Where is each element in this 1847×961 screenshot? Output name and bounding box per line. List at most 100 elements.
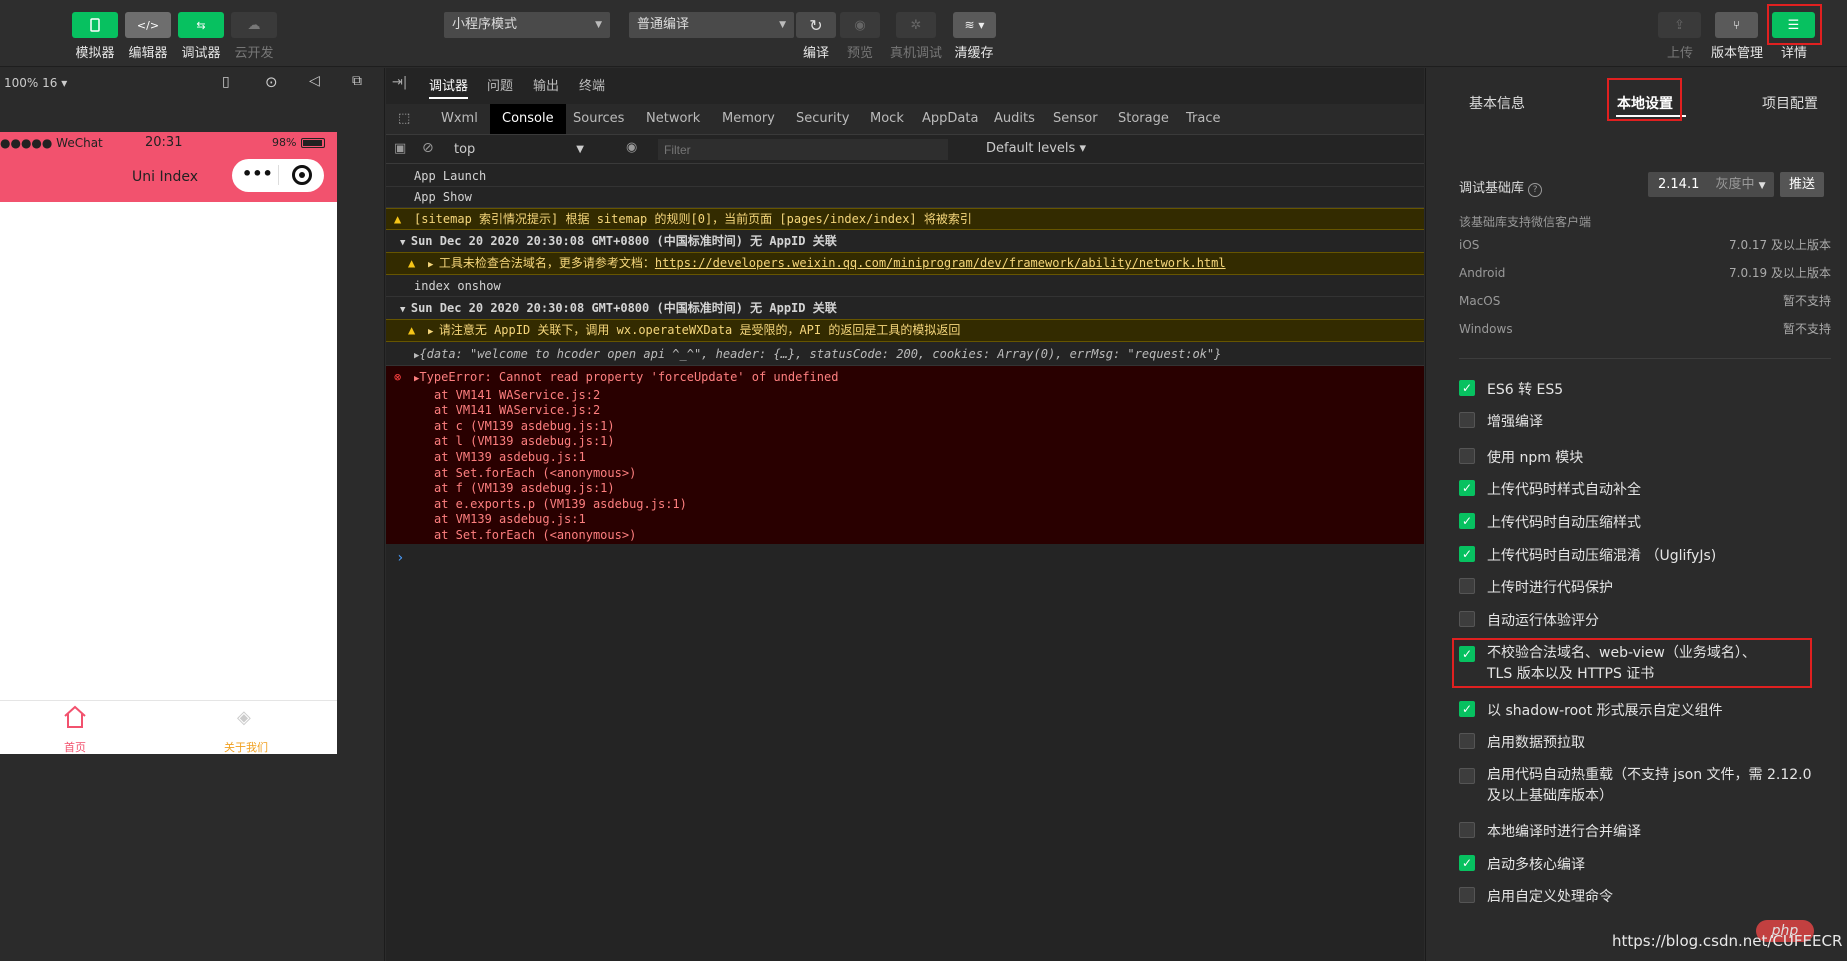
phone-rotate-icon[interactable]: ▯	[222, 74, 230, 90]
checkbox-checked[interactable]: ✓	[1459, 855, 1475, 871]
checkbox-checked[interactable]: ✓	[1459, 380, 1475, 396]
cloud-dev-button[interactable]: ☁	[231, 12, 277, 38]
option-shadow-root[interactable]: ✓ 以 shadow-root 形式展示自定义组件	[1459, 700, 1723, 720]
checkbox-unchecked[interactable]	[1459, 768, 1475, 784]
close-target-icon[interactable]	[292, 165, 312, 185]
option-auto-audit[interactable]: 自动运行体验评分	[1459, 610, 1599, 630]
checkbox-checked[interactable]: ✓	[1459, 701, 1475, 717]
tab-audits[interactable]: Audits	[982, 104, 1047, 134]
more-icon[interactable]: •••	[242, 164, 273, 183]
warning-line: ▲ [sitemap 索引情况提示] 根据 sitemap 的规则[0]，当前页…	[386, 208, 1424, 230]
tab-home[interactable]	[60, 705, 90, 733]
popout-icon[interactable]: ⧉	[352, 73, 362, 89]
context-select[interactable]: top ▼	[450, 138, 590, 162]
push-button[interactable]: 推送	[1780, 172, 1824, 197]
simulator-label: 模拟器	[75, 46, 115, 61]
clear-console-icon[interactable]: ⊘	[422, 140, 434, 156]
option-merge-compile[interactable]: 本地编译时进行合并编译	[1459, 821, 1641, 841]
option-data-prefetch[interactable]: 启用数据预拉取	[1459, 732, 1585, 752]
lib-version-select[interactable]: 2.14.1 灰度中 ▼	[1648, 172, 1774, 197]
sidebar-toggle-icon[interactable]: ▣	[394, 141, 406, 156]
tab-output[interactable]: 输出	[533, 75, 559, 94]
checkbox-checked[interactable]: ✓	[1459, 546, 1475, 562]
warning-line: ▲ ▶ 请注意无 AppID 关联下，调用 wx.operateWXData 是…	[386, 319, 1424, 342]
editor-button[interactable]: </>	[125, 12, 171, 38]
option-uglify[interactable]: ✓ 上传代码时自动压缩混淆 （UglifyJs)	[1459, 545, 1716, 565]
log-group-header[interactable]: ▼ Sun Dec 20 2020 20:30:08 GMT+0800 (中国标…	[386, 230, 1424, 252]
option-style-autoprefix[interactable]: ✓ 上传代码时样式自动补全	[1459, 479, 1641, 499]
console-prompt[interactable]: ›	[386, 548, 1424, 568]
docs-link[interactable]: https://developers.weixin.qq.com/minipro…	[655, 256, 1226, 270]
tab-console[interactable]: Console	[490, 104, 566, 134]
real-device-debug-button[interactable]: ✲	[896, 12, 936, 38]
tab-basic-info[interactable]: 基本信息	[1469, 93, 1525, 113]
capsule-button[interactable]: •••	[232, 159, 324, 192]
checkbox-unchecked[interactable]	[1459, 733, 1475, 749]
dock-icon[interactable]: ⇥|	[392, 75, 407, 90]
levels-select[interactable]: Default levels ▾	[986, 141, 1086, 156]
simulator-panel: 100% 16 ▾ ▯ ⊙ ◁ ⧉ ●●●●● WeChat 20:31 98%…	[0, 68, 385, 961]
error-title[interactable]: ▶TypeError: Cannot read property 'forceU…	[414, 370, 1424, 388]
stack-line[interactable]: at VM141 WAService.js:2	[414, 403, 1424, 419]
tab-sensor[interactable]: Sensor	[1041, 104, 1110, 134]
checkbox-unchecked[interactable]	[1459, 611, 1475, 627]
compile-button[interactable]: ↻	[796, 12, 836, 38]
option-multicore-compile[interactable]: ✓ 启动多核心编译	[1459, 854, 1585, 874]
checkbox-checked[interactable]: ✓	[1459, 480, 1475, 496]
eye-icon[interactable]: ◉	[626, 140, 637, 155]
preview-button[interactable]: ◉	[840, 12, 880, 38]
log-group-header[interactable]: ▼ Sun Dec 20 2020 20:30:08 GMT+0800 (中国标…	[386, 297, 1424, 319]
tab-network[interactable]: Network	[634, 104, 712, 134]
tab-project-config[interactable]: 项目配置	[1762, 93, 1818, 113]
option-npm[interactable]: 使用 npm 模块	[1459, 447, 1583, 467]
option-minify-style[interactable]: ✓ 上传代码时自动压缩样式	[1459, 512, 1641, 532]
stack-line[interactable]: at f (VM139 asdebug.js:1)	[414, 481, 1424, 497]
tab-sources[interactable]: Sources	[561, 104, 636, 134]
zoom-select[interactable]: 100% 16 ▾	[4, 76, 67, 90]
clear-cache-button[interactable]: ≋ ▾	[953, 12, 996, 38]
support-row: Android 7.0.19 及以上版本	[1459, 266, 1831, 280]
stack-line[interactable]: at Set.forEach (<anonymous>)	[414, 528, 1424, 544]
option-custom-command[interactable]: 启用自定义处理命令	[1459, 886, 1613, 906]
tab-appdata[interactable]: AppData	[910, 104, 990, 134]
tab-wxml[interactable]: Wxml	[429, 104, 490, 134]
tab-security[interactable]: Security	[784, 104, 861, 134]
stack-line[interactable]: at Set.forEach (<anonymous>)	[414, 466, 1424, 482]
option-es6[interactable]: ✓ ES6 转 ES5	[1459, 379, 1563, 399]
tab-memory[interactable]: Memory	[710, 104, 787, 134]
stack-line[interactable]: at VM141 WAService.js:2	[414, 388, 1424, 404]
volume-icon[interactable]: ◁	[309, 73, 320, 89]
option-hot-reload[interactable]: 启用代码自动热重载（不支持 json 文件，需 2.12.0 及以上基础库版本）	[1459, 765, 1814, 807]
simulator-button[interactable]	[72, 12, 118, 38]
help-icon[interactable]: ?	[1528, 183, 1543, 197]
stack-line[interactable]: at c (VM139 asdebug.js:1)	[414, 419, 1424, 435]
tab-about-label[interactable]: 关于我们	[224, 739, 268, 755]
checkbox-unchecked[interactable]	[1459, 578, 1475, 594]
mode-select[interactable]: 小程序模式 ▼	[444, 12, 610, 38]
stack-line[interactable]: at e.exports.p (VM139 asdebug.js:1)	[414, 497, 1424, 513]
tab-problems[interactable]: 问题	[487, 75, 513, 94]
version-manage-button[interactable]: ⑂	[1715, 12, 1758, 38]
option-code-protect[interactable]: 上传时进行代码保护	[1459, 577, 1613, 597]
checkbox-checked[interactable]: ✓	[1459, 513, 1475, 529]
tab-debugger[interactable]: 调试器	[429, 75, 469, 99]
inspect-icon[interactable]: ⬚	[386, 104, 422, 134]
stop-icon[interactable]: ⊙	[265, 73, 278, 91]
upload-button[interactable]: ⇪	[1658, 12, 1701, 38]
stack-line[interactable]: at l (VM139 asdebug.js:1)	[414, 434, 1424, 450]
tab-terminal[interactable]: 终端	[579, 75, 605, 94]
stack-line[interactable]: at VM139 asdebug.js:1	[414, 512, 1424, 528]
tab-storage[interactable]: Storage	[1106, 104, 1181, 134]
compile-select[interactable]: 普通编译 ▼	[629, 12, 794, 38]
checkbox-unchecked[interactable]	[1459, 887, 1475, 903]
tab-mock[interactable]: Mock	[858, 104, 916, 134]
debugger-button[interactable]: ⇆	[178, 12, 224, 38]
option-enhanced-compile[interactable]: 增强编译	[1459, 411, 1543, 431]
stack-line[interactable]: at VM139 asdebug.js:1	[414, 450, 1424, 466]
object-log-line[interactable]: ▶{data: "welcome to hcoder open api ^_^"…	[386, 342, 1424, 366]
checkbox-unchecked[interactable]	[1459, 448, 1475, 464]
tab-trace[interactable]: Trace	[1174, 104, 1233, 134]
console-filter-input[interactable]	[658, 139, 948, 160]
checkbox-unchecked[interactable]	[1459, 412, 1475, 428]
checkbox-unchecked[interactable]	[1459, 822, 1475, 838]
